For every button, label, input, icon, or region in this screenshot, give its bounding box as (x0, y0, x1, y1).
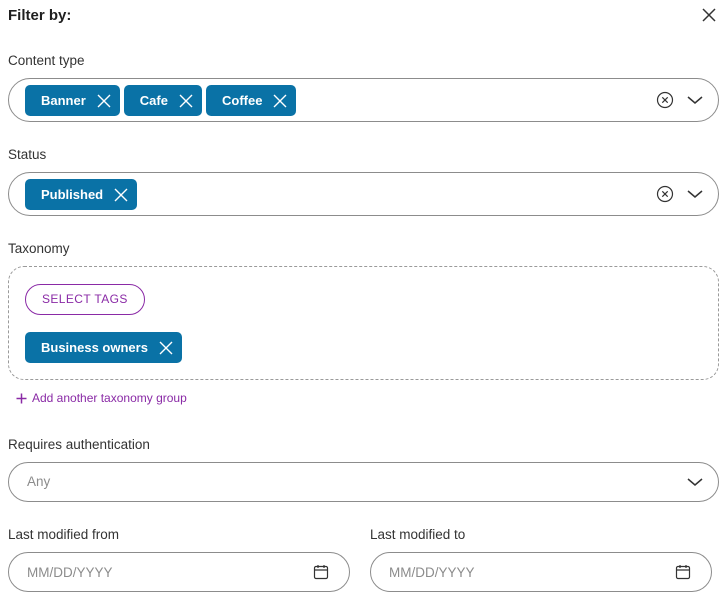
content-type-select[interactable]: Banner Cafe Coffee (8, 78, 719, 122)
chip-business-owners: Business owners (25, 332, 182, 363)
clear-circle-icon[interactable] (656, 185, 674, 203)
chip-label: Business owners (41, 340, 148, 355)
status-select[interactable]: Published (8, 172, 719, 216)
chip-label: Published (41, 187, 104, 202)
last-modified-to-label: Last modified to (370, 527, 466, 542)
chip-label: Banner (41, 93, 86, 108)
taxonomy-group: SELECT TAGS Business owners (8, 266, 719, 380)
close-icon[interactable] (701, 7, 717, 23)
requires-auth-select[interactable]: Any (8, 462, 719, 502)
remove-chip-icon[interactable] (113, 187, 129, 203)
calendar-icon[interactable] (313, 564, 329, 580)
last-modified-from-input[interactable] (27, 562, 287, 582)
chevron-down-icon[interactable] (687, 94, 703, 106)
last-modified-from-label: Last modified from (8, 527, 120, 542)
last-modified-to-field (370, 552, 712, 592)
remove-chip-icon[interactable] (96, 93, 112, 109)
filter-header: Filter by: (8, 6, 719, 28)
remove-chip-icon[interactable] (272, 93, 288, 109)
chip-published: Published (25, 179, 138, 210)
chevron-down-icon[interactable] (687, 476, 703, 488)
last-modified-from-field (8, 552, 350, 592)
content-type-label: Content type (8, 53, 85, 68)
requires-auth-value: Any (27, 474, 51, 489)
status-label: Status (8, 147, 47, 162)
last-modified-to-input[interactable] (389, 562, 649, 582)
add-taxonomy-group-link[interactable]: Add another taxonomy group (16, 391, 187, 405)
calendar-icon[interactable] (675, 564, 691, 580)
select-tags-button[interactable]: SELECT TAGS (25, 284, 145, 315)
clear-circle-icon[interactable] (656, 91, 674, 109)
chevron-down-icon[interactable] (687, 188, 703, 200)
filter-title: Filter by: (8, 7, 72, 24)
chip-cafe: Cafe (123, 85, 202, 116)
requires-auth-label: Requires authentication (8, 437, 150, 452)
chip-label: Coffee (221, 93, 263, 108)
status-chips: Published (25, 179, 138, 210)
content-type-chips: Banner Cafe Coffee (25, 85, 297, 116)
remove-chip-icon[interactable] (178, 93, 194, 109)
chip-banner: Banner (25, 85, 120, 116)
chip-coffee: Coffee (205, 85, 297, 116)
remove-chip-icon[interactable] (158, 340, 174, 356)
plus-icon (16, 393, 27, 403)
taxonomy-label: Taxonomy (8, 241, 70, 256)
chip-label: Cafe (139, 93, 168, 108)
add-taxonomy-group-label: Add another taxonomy group (32, 391, 187, 405)
